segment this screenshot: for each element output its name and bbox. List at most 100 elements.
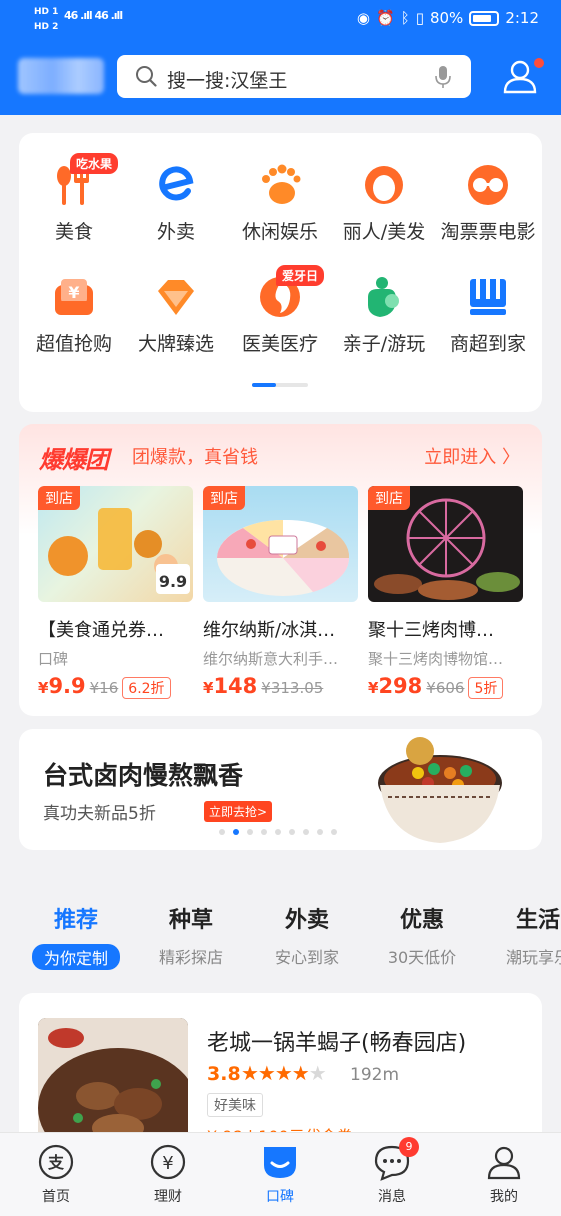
deal-product[interactable]: 到店 维尔纳斯/冰淇… 维尔纳斯意大利手… ¥ 148 ¥313.05: [203, 486, 358, 698]
banner-pager: [219, 829, 337, 835]
bluetooth-icon: ᛒ: [400, 9, 410, 27]
nav-home[interactable]: 支 首页: [11, 1143, 101, 1206]
tab-takeout[interactable]: 外卖 安心到家: [249, 902, 365, 968]
star-empty-icon: ★: [308, 1061, 327, 1085]
svg-text:¥: ¥: [162, 1153, 173, 1174]
currency-symbol: ¥: [368, 679, 379, 697]
nav-label: 消息: [378, 1189, 406, 1205]
rice-bowl-image: [378, 737, 502, 843]
tab-title: 外卖: [284, 908, 329, 933]
store-badge: 到店: [368, 486, 410, 510]
search-icon: [136, 66, 157, 87]
category-label: 丽人/美发: [342, 221, 426, 243]
footprint-icon: [262, 164, 301, 204]
search-box[interactable]: 搜一搜:汉堡王: [117, 55, 471, 98]
original-price: ¥606: [426, 679, 465, 697]
shop-icon: [470, 279, 506, 315]
category-supermarket[interactable]: 商超到家: [433, 275, 543, 356]
category-brands[interactable]: 大牌臻选: [121, 275, 231, 356]
message-count-badge: 9: [399, 1137, 419, 1157]
category-label: 亲子/游玩: [342, 333, 426, 355]
category-entertainment[interactable]: 休闲娱乐: [225, 163, 335, 244]
tab-grass[interactable]: 种草 精彩探店: [133, 902, 249, 968]
banner-cta-button[interactable]: 立即去抢>: [204, 801, 273, 822]
category-label: 商超到家: [449, 333, 526, 355]
store-badge: 到店: [38, 486, 80, 510]
flavor-tag: 好美味: [207, 1093, 263, 1117]
nav-label: 理财: [154, 1189, 182, 1205]
parent-child-icon: [368, 277, 399, 317]
feed-tabs: 推荐 为你定制 种草 精彩探店 外卖 安心到家 优惠 30天低价 生活 潮玩享乐: [0, 902, 561, 982]
category-takeout[interactable]: 外卖: [121, 163, 231, 244]
glasses-face-icon: [468, 165, 508, 205]
category-food[interactable]: 美食: [19, 163, 129, 244]
vibrate-icon: ▯: [415, 9, 424, 27]
deal-enter-link[interactable]: 立即进入 〉: [424, 443, 520, 469]
rating-stars: ★★★★★: [241, 1061, 327, 1085]
tab-subtitle: 安心到家: [274, 948, 339, 967]
tab-subtitle: 精彩探店: [158, 948, 223, 967]
product-image: 到店: [368, 486, 523, 602]
home-alipay-icon: 支: [38, 1144, 74, 1180]
nav-label: 口碑: [266, 1189, 294, 1205]
status-bar: HD 1 HD 2 46 .ıll 46 .ıll ◉ ⏰ ᛒ ▯ 80% 2:…: [0, 0, 561, 40]
nav-messages[interactable]: 9 消息: [347, 1137, 437, 1206]
category-label: 淘票票电影: [440, 221, 536, 243]
original-price: ¥313.05: [261, 679, 324, 697]
hd1-label: HD 1: [34, 7, 59, 17]
tab-life[interactable]: 生活 潮玩享乐: [480, 902, 561, 968]
restaurant-score: 3.8: [207, 1063, 241, 1085]
category-label: 美食: [54, 221, 93, 243]
svg-text:支: 支: [47, 1153, 65, 1172]
restaurant-card[interactable]: 老城一锅羊蝎子(畅春园店) 3.8 ★★★★★ 192m 好美味 ¥ 98 | …: [19, 993, 542, 1153]
store-badge: 到店: [203, 486, 245, 510]
tab-title: 种草: [168, 908, 213, 933]
notification-dot: [532, 56, 546, 70]
category-grid: 美食 吃水果 外卖 休闲娱乐 丽人/美发 淘票票电影 ¥ 超值抢购 大牌臻选 医…: [19, 133, 542, 412]
product-price: 9.9: [48, 674, 86, 698]
category-medical[interactable]: 医美医疗: [225, 275, 335, 356]
tab-discount[interactable]: 优惠 30天低价: [364, 902, 480, 968]
product-name: 聚十三烤肉博…: [368, 620, 494, 641]
city-selector[interactable]: [18, 58, 104, 94]
alarm-icon: ⏰: [376, 9, 395, 27]
nav-mine[interactable]: 我的: [459, 1143, 549, 1206]
header-bar: HD 1 HD 2 46 .ıll 46 .ıll ◉ ⏰ ᛒ ▯ 80% 2:…: [0, 0, 561, 115]
deal-logo: 爆爆团: [39, 446, 109, 474]
product-name: 维尔纳斯/冰淇…: [203, 620, 336, 641]
nav-koubei[interactable]: 口碑: [235, 1143, 325, 1206]
tab-title: 优惠: [399, 908, 444, 933]
microphone-icon[interactable]: [435, 65, 451, 89]
yen-bag-icon: ¥: [55, 279, 93, 315]
battery-icon: [469, 10, 500, 26]
category-beauty[interactable]: 丽人/美发: [329, 163, 439, 244]
discount-badge: 6.2折: [122, 677, 171, 699]
nav-wealth[interactable]: ¥ 理财: [123, 1143, 213, 1206]
svg-text:9.9: 9.9: [159, 572, 187, 591]
deal-product[interactable]: 到店 聚十三烤肉博… 聚十三烤肉博物馆… ¥ 298 ¥606 5折: [368, 486, 523, 699]
product-image: 到店: [203, 486, 358, 602]
battery-percent: 80%: [429, 9, 464, 27]
nav-label: 首页: [42, 1189, 70, 1205]
promo-tag: 爱牙日: [276, 265, 325, 286]
category-flash-sale[interactable]: ¥ 超值抢购: [19, 275, 129, 356]
diamond-icon: [158, 280, 194, 315]
deal-subtitle: 团爆款，真省钱: [132, 447, 258, 468]
product-price: 148: [213, 674, 258, 698]
eye-icon: ◉: [356, 9, 370, 27]
nav-label: 我的: [490, 1189, 518, 1205]
clock: 2:12: [505, 9, 539, 27]
currency-symbol: ¥: [203, 679, 214, 697]
promo-banner[interactable]: 台式卤肉慢熬飘香 真功夫新品5折 立即去抢>: [19, 729, 542, 850]
deal-product[interactable]: 9.9 到店 【美食通兑券… 口碑 ¥ 9.9 ¥16 6.2折: [38, 486, 193, 699]
product-image: 9.9 到店: [38, 486, 193, 602]
restaurant-distance: 192m: [350, 1065, 400, 1085]
group-deal-card: 爆爆团 团爆款，真省钱 立即进入 〉 9.9 到店 【美食通兑券… 口碑 ¥ 9…: [19, 424, 542, 716]
tab-recommend[interactable]: 推荐 为你定制: [18, 902, 134, 970]
star-icon: ★★★★: [241, 1061, 310, 1085]
search-placeholder: 搜一搜:汉堡王: [167, 70, 288, 92]
category-movie[interactable]: 淘票票电影: [433, 163, 543, 244]
bottom-nav: 支 首页 ¥ 理财 口碑 9 消息 我的: [0, 1132, 561, 1216]
person-icon: [487, 1146, 521, 1180]
category-family[interactable]: 亲子/游玩: [329, 275, 439, 356]
